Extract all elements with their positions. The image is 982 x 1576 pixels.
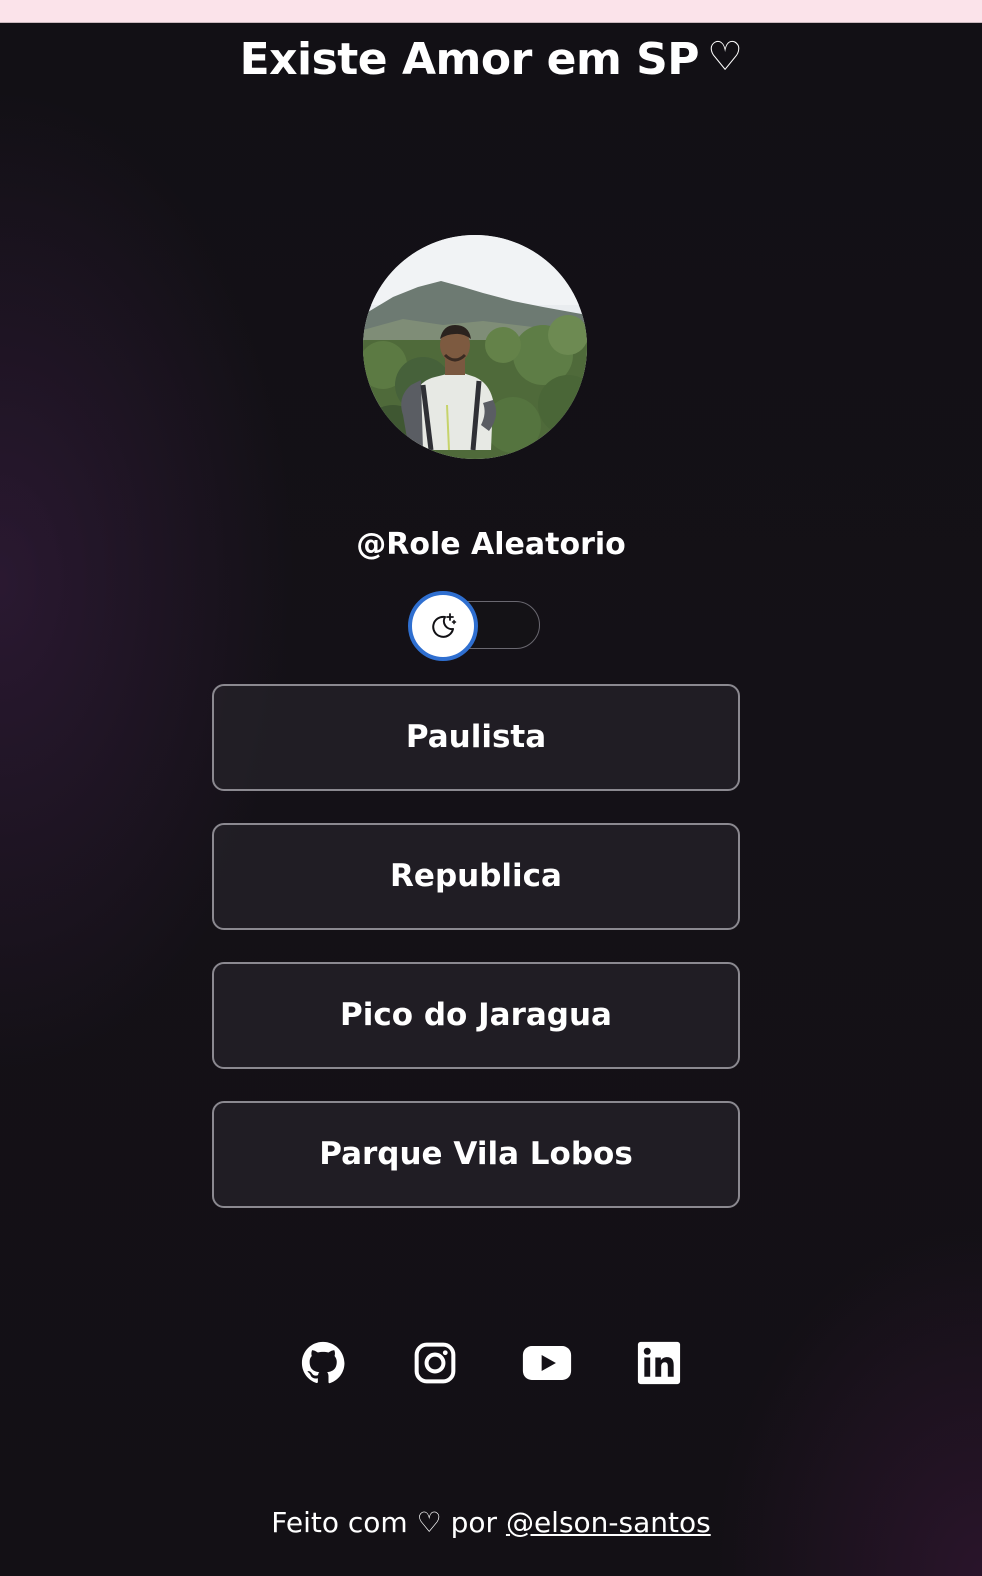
footer: Feito com ♡ por @elson-santos xyxy=(0,1501,982,1545)
youtube-link[interactable] xyxy=(491,1333,603,1393)
profile-handle: @Role Aleatorio xyxy=(356,527,626,562)
theme-toggle[interactable] xyxy=(408,591,540,661)
profile-photo xyxy=(363,235,587,459)
link-button-republica[interactable]: Republica xyxy=(212,823,740,930)
moon-stars-icon xyxy=(432,613,457,638)
browser-top-bar xyxy=(0,0,982,23)
instagram-link[interactable] xyxy=(379,1333,491,1393)
link-button-pico-do-jaragua[interactable]: Pico do Jaragua xyxy=(212,962,740,1069)
heart-icon: ♡ xyxy=(416,1506,442,1539)
heart-icon: ♡ xyxy=(707,34,743,80)
linkedin-link[interactable] xyxy=(603,1333,715,1393)
linkedin-icon xyxy=(637,1341,681,1385)
link-button-paulista[interactable]: Paulista xyxy=(212,684,740,791)
link-page: Existe Amor em SP ♡ @Role Aleatorio Paul… xyxy=(0,23,982,1576)
avatar xyxy=(363,235,587,459)
theme-toggle-knob[interactable] xyxy=(408,591,478,661)
footer-middle: por xyxy=(450,1506,498,1539)
youtube-icon xyxy=(522,1346,572,1380)
social-links xyxy=(0,1333,982,1393)
link-button-parque-vila-lobos[interactable]: Parque Vila Lobos xyxy=(212,1101,740,1208)
page-title: Existe Amor em SP ♡ xyxy=(0,27,982,90)
page-title-text: Existe Amor em SP xyxy=(239,34,700,85)
footer-prefix: Feito com xyxy=(271,1506,408,1539)
instagram-icon xyxy=(414,1342,456,1384)
author-link[interactable]: @elson-santos xyxy=(506,1506,711,1539)
github-icon xyxy=(301,1341,345,1384)
link-list: Paulista Republica Pico do Jaragua Parqu… xyxy=(212,684,740,1240)
github-link[interactable] xyxy=(267,1333,379,1393)
